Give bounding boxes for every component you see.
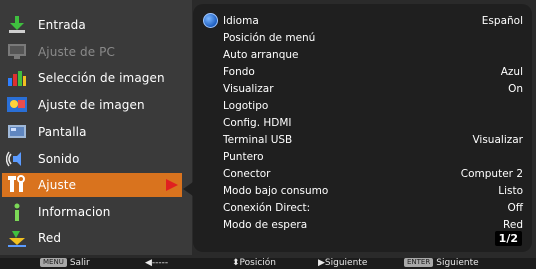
menu-label: Entrada <box>38 18 86 32</box>
hint-posicion: ⬍Posición <box>232 258 277 268</box>
option-modo-espera[interactable]: Modo de espera Red <box>223 217 523 233</box>
option-fondo[interactable]: Fondo Azul <box>223 64 523 80</box>
option-config-hdmi[interactable]: Config. HDMI <box>223 115 523 131</box>
hint-label: Siguiente <box>436 258 479 268</box>
option-value: Computer 2 <box>460 168 523 180</box>
option-value: On <box>508 83 523 95</box>
main-menu: Entrada Ajuste de PC Selección de imagen… <box>0 0 192 255</box>
menu-item-ajuste-imagen[interactable]: Ajuste de imagen <box>6 93 186 117</box>
hint-siguiente: ▶Siguiente <box>318 258 368 268</box>
tools-icon <box>6 175 28 195</box>
option-label: Fondo <box>223 66 255 78</box>
option-label: Posición de menú <box>223 32 316 44</box>
option-value: Off <box>507 202 524 214</box>
option-value: Azul <box>500 66 523 78</box>
menu-item-ajuste-pc[interactable]: Ajuste de PC <box>6 40 186 64</box>
active-pointer <box>183 182 193 196</box>
screen-icon <box>6 122 28 142</box>
sound-icon <box>5 149 28 169</box>
pc-monitor-icon <box>6 42 28 62</box>
menu-label: Sonido <box>38 152 80 166</box>
option-label: Logotipo <box>223 100 269 112</box>
option-terminal-usb[interactable]: Terminal USB Visualizar <box>223 132 523 148</box>
hint-label: Salir <box>69 258 90 268</box>
option-label: Visualizar <box>223 83 274 95</box>
option-auto-arranque[interactable]: Auto arranque <box>223 47 523 63</box>
option-value: Español <box>481 15 523 27</box>
option-puntero[interactable]: Puntero <box>223 149 523 165</box>
menu-item-ajuste[interactable]: Ajuste <box>2 173 182 197</box>
menu-item-red[interactable]: Red <box>6 226 186 250</box>
menu-item-sonido[interactable]: Sonido <box>5 147 186 171</box>
option-idioma[interactable]: Idioma Español <box>223 13 523 29</box>
image-select-chart-icon <box>6 68 28 88</box>
option-label: Modo bajo consumo <box>223 185 329 197</box>
menu-label: Informacion <box>38 205 111 219</box>
hint-back: ◀----- <box>145 258 169 268</box>
option-label: Conexión Direct: <box>223 202 311 214</box>
image-adjust-icon <box>6 95 28 115</box>
network-icon <box>6 228 28 248</box>
option-conexion-directa[interactable]: Conexión Direct: Off <box>223 200 523 216</box>
option-posicion-menu[interactable]: Posición de menú <box>223 30 523 46</box>
menu-label: Red <box>38 231 62 245</box>
menu-item-informacion[interactable]: Informacion <box>6 200 186 224</box>
option-logotipo[interactable]: Logotipo <box>223 98 523 114</box>
option-label: Conector <box>223 168 271 180</box>
option-value: Visualizar <box>472 134 523 146</box>
menu-label: Ajuste de PC <box>38 45 115 59</box>
option-visualizar[interactable]: Visualizar On <box>223 81 523 97</box>
option-value: Red <box>503 219 523 231</box>
option-label: Idioma <box>223 15 259 27</box>
menu-item-seleccion-imagen[interactable]: Selección de imagen <box>6 66 186 90</box>
menu-label: Selección de imagen <box>38 71 165 85</box>
enter-key-badge: ENTER <box>404 258 434 267</box>
menu-item-entrada[interactable]: Entrada <box>6 13 186 37</box>
menu-key-badge: MENU <box>40 258 67 267</box>
option-label: Config. HDMI <box>223 117 292 129</box>
info-icon <box>6 202 28 222</box>
hint-enter-siguiente: ENTER Siguiente <box>404 258 479 269</box>
bottom-hint-bar: MENU Salir ◀----- ⬍Posición ▶Siguiente EN… <box>0 258 536 269</box>
menu-label: Ajuste de imagen <box>38 98 145 112</box>
hint-salir: MENU Salir <box>40 258 90 269</box>
menu-item-pantalla[interactable]: Pantalla <box>6 120 186 144</box>
page-indicator: 1/2 <box>494 231 522 246</box>
option-conector[interactable]: Conector Computer 2 <box>223 166 523 182</box>
option-label: Terminal USB <box>223 134 293 146</box>
globe-icon <box>203 13 218 28</box>
option-label: Modo de espera <box>223 219 308 231</box>
settings-panel: Idioma Español Posición de menú Auto arr… <box>193 4 532 252</box>
option-label: Puntero <box>223 151 264 163</box>
option-label: Auto arranque <box>223 49 299 61</box>
option-modo-bajo-consumo[interactable]: Modo bajo consumo Listo <box>223 183 523 199</box>
menu-label: Pantalla <box>38 125 87 139</box>
menu-label: Ajuste <box>38 178 77 192</box>
input-download-icon <box>6 15 28 35</box>
option-value: Listo <box>498 185 523 197</box>
